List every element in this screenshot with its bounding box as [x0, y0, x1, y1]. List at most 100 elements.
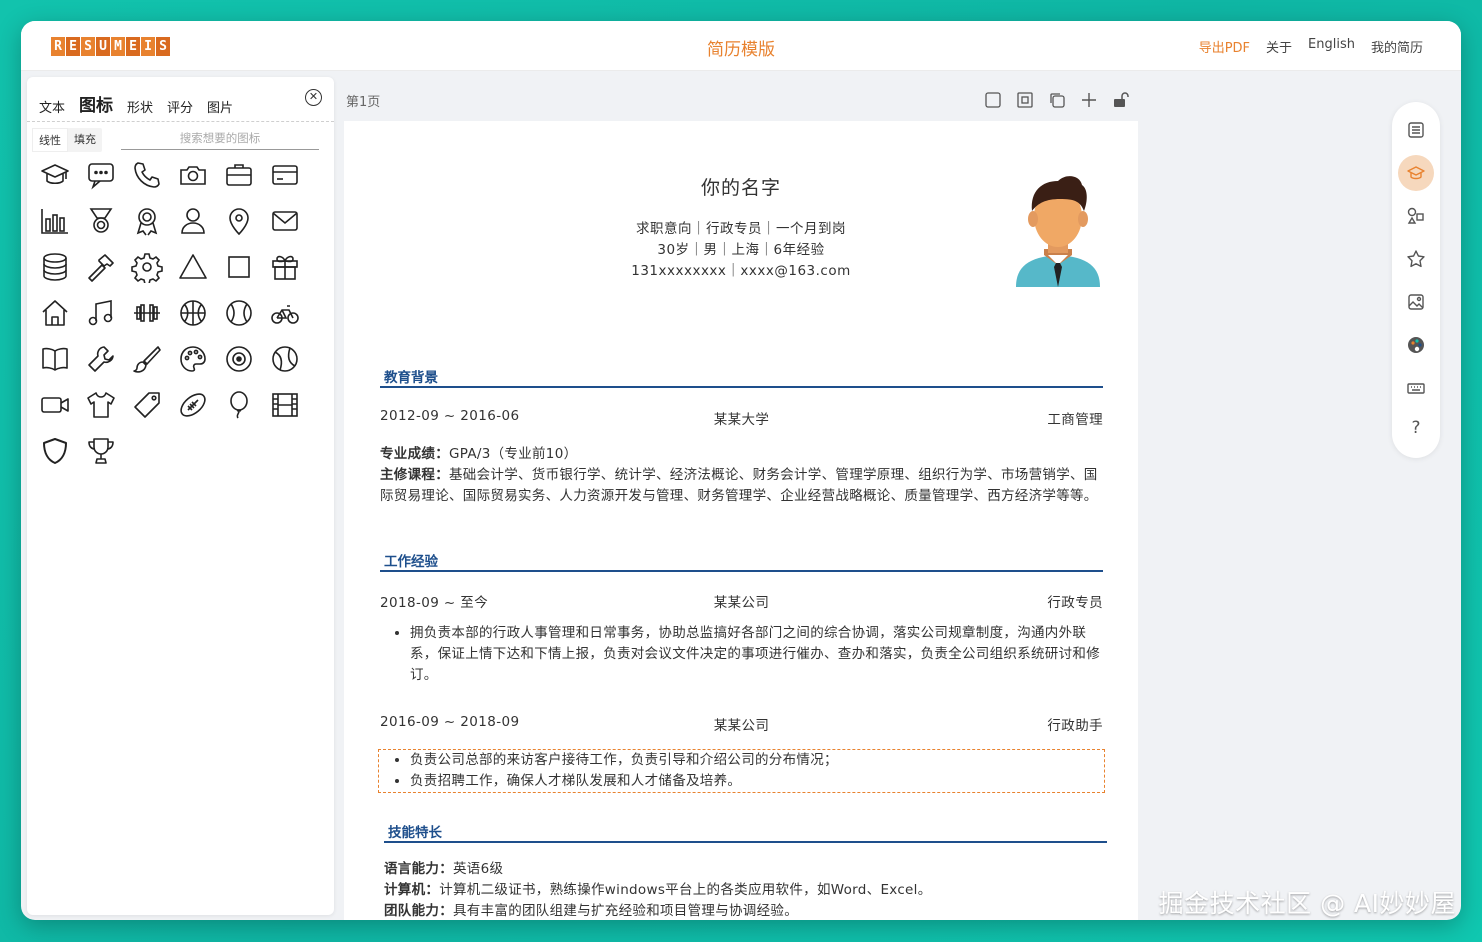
close-panel-icon[interactable]: ✕	[305, 89, 322, 106]
logo-letter: S	[81, 37, 95, 56]
paint-brush-icon[interactable]	[131, 343, 163, 375]
section-rule	[380, 570, 1103, 572]
rail-rating-icon[interactable]	[1398, 241, 1434, 277]
tab-shape[interactable]: 形状	[127, 97, 153, 116]
video-camera-icon[interactable]	[39, 389, 71, 421]
style-line-option[interactable]: 线性	[32, 128, 68, 152]
header-nav: 导出PDF 关于 English 我的简历	[1199, 37, 1423, 56]
export-pdf-link[interactable]: 导出PDF	[1199, 37, 1250, 56]
gift-icon[interactable]	[269, 251, 301, 283]
section-education-title[interactable]: 教育背景	[384, 366, 438, 386]
element-panel: 文本 图标 形状 评分 图片 ✕ 线性 填充	[27, 77, 334, 915]
blank-page-icon[interactable]	[983, 90, 1003, 110]
icon-style-toggle: 线性 填充	[32, 128, 102, 152]
avatar[interactable]	[1012, 163, 1104, 287]
balloon-icon[interactable]	[223, 389, 255, 421]
courses-label: 主修课程：	[380, 467, 449, 483]
job1-bullets[interactable]: 拥负责本部的行政人事管理和日常事务，协助总监搞好各部门之间的综合协调，落实公司规…	[380, 623, 1105, 686]
list-item: 负责招聘工作，确保人才梯队发展和人才储备及培养。	[410, 771, 1105, 792]
education-row[interactable]: 2012-09 ~ 2016-06 某某大学 工商管理	[380, 408, 1103, 428]
tennis-ball-icon[interactable]	[269, 343, 301, 375]
rail-keyboard-icon[interactable]	[1398, 370, 1434, 406]
help-icon[interactable]: ?	[1392, 418, 1440, 438]
fit-page-icon[interactable]	[1015, 90, 1035, 110]
rail-shape-icon[interactable]	[1398, 198, 1434, 234]
location-pin-icon[interactable]	[223, 205, 255, 237]
home-icon[interactable]	[39, 297, 71, 329]
work-row-1[interactable]: 2018-09 ~ 至今 某某公司 行政专员	[380, 591, 1103, 611]
tag-icon[interactable]	[131, 389, 163, 421]
score-label: 专业成绩：	[380, 446, 449, 462]
gear-icon[interactable]	[131, 251, 163, 285]
award-ribbon-icon[interactable]	[131, 205, 163, 237]
dumbbell-icon[interactable]	[131, 297, 163, 329]
list-item: 拥负责本部的行政人事管理和日常事务，协助总监搞好各部门之间的综合协调，落实公司规…	[410, 623, 1105, 686]
resume-page[interactable]: 你的名字 求职意向｜行政专员｜一个月到岗 30岁｜男｜上海｜6年经验 131xx…	[344, 121, 1138, 920]
icon-search-input[interactable]	[121, 128, 319, 150]
unlock-icon[interactable]	[1111, 90, 1131, 110]
panel-tabs: 文本 图标 形状 评分 图片	[39, 91, 233, 116]
pc-label: 计算机：	[384, 882, 440, 898]
logo-letter: E	[66, 37, 80, 56]
shield-icon[interactable]	[39, 435, 71, 467]
rail-theme-palette-icon[interactable]	[1398, 327, 1434, 363]
camera-icon[interactable]	[177, 159, 209, 191]
user-icon[interactable]	[177, 205, 209, 237]
logo-letter: E	[126, 37, 140, 56]
credit-card-icon[interactable]	[269, 159, 301, 191]
rail-image-icon[interactable]	[1398, 284, 1434, 320]
my-resume-link[interactable]: 我的简历	[1371, 37, 1423, 56]
divider	[27, 121, 334, 122]
logo-letter: I	[141, 37, 155, 56]
square-icon[interactable]	[223, 251, 255, 283]
database-icon[interactable]	[39, 251, 71, 283]
target-icon[interactable]	[223, 343, 255, 375]
lang-label: 语言能力：	[384, 861, 453, 877]
logo-letter: M	[111, 37, 125, 56]
bar-chart-icon[interactable]	[39, 205, 71, 237]
rail-icon-icon[interactable]	[1398, 155, 1434, 191]
t-shirt-icon[interactable]	[85, 389, 117, 421]
section-rule	[380, 386, 1103, 388]
hammer-icon[interactable]	[85, 251, 117, 283]
add-page-icon[interactable]	[1079, 90, 1099, 110]
tab-image[interactable]: 图片	[207, 97, 233, 116]
bicycle-icon[interactable]	[269, 297, 301, 329]
top-header: R E S U M E I S 简历模版 导出PDF 关于 English 我的…	[21, 21, 1461, 71]
tab-text[interactable]: 文本	[39, 97, 65, 116]
style-fill-option[interactable]: 填充	[68, 128, 102, 152]
section-work-title[interactable]: 工作经验	[384, 550, 438, 570]
music-note-icon[interactable]	[85, 297, 117, 329]
football-icon[interactable]	[177, 389, 209, 421]
briefcase-icon[interactable]	[223, 159, 255, 191]
tab-rating[interactable]: 评分	[167, 97, 193, 116]
education-details[interactable]: 专业成绩：GPA/3（专业前10） 主修课程：基础会计学、货币银行学、统计学、经…	[380, 444, 1105, 507]
wrench-icon[interactable]	[85, 343, 117, 375]
film-strip-icon[interactable]	[269, 389, 301, 421]
job2-bullets[interactable]: 负责公司总部的来访客户接待工作，负责引导和介绍公司的分布情况； 负责招聘工作，确…	[380, 750, 1105, 792]
skills-details[interactable]: 语言能力：英语6级 计算机：计算机二级证书，熟练操作windows平台上的各类应…	[384, 859, 1109, 920]
section-skills-title[interactable]: 技能特长	[388, 821, 442, 841]
work-row-2[interactable]: 2016-09 ~ 2018-09 某某公司 行政助手	[380, 714, 1103, 734]
rail-text-icon[interactable]	[1398, 112, 1434, 148]
mail-icon[interactable]	[269, 205, 301, 237]
trophy-icon[interactable]	[85, 435, 117, 467]
copy-page-icon[interactable]	[1047, 90, 1067, 110]
palette-icon[interactable]	[177, 343, 209, 375]
tab-icon[interactable]: 图标	[79, 91, 113, 116]
edu-major: 工商管理	[1047, 412, 1103, 428]
medal-icon[interactable]	[85, 205, 117, 237]
graduation-cap-icon[interactable]	[39, 159, 71, 191]
basketball-icon[interactable]	[177, 297, 209, 329]
english-link[interactable]: English	[1308, 37, 1355, 56]
logo[interactable]: R E S U M E I S	[51, 37, 170, 57]
open-book-icon[interactable]	[39, 343, 71, 375]
phone-icon[interactable]	[131, 159, 163, 191]
triangle-icon[interactable]	[177, 251, 209, 283]
score-value: GPA/3（专业前10）	[449, 446, 578, 462]
about-link[interactable]: 关于	[1266, 37, 1292, 56]
baseball-icon[interactable]	[223, 297, 255, 329]
job1-company: 某某公司	[713, 595, 770, 611]
job1-role: 行政专员	[1047, 595, 1103, 611]
chat-bubble-icon[interactable]	[85, 159, 117, 191]
